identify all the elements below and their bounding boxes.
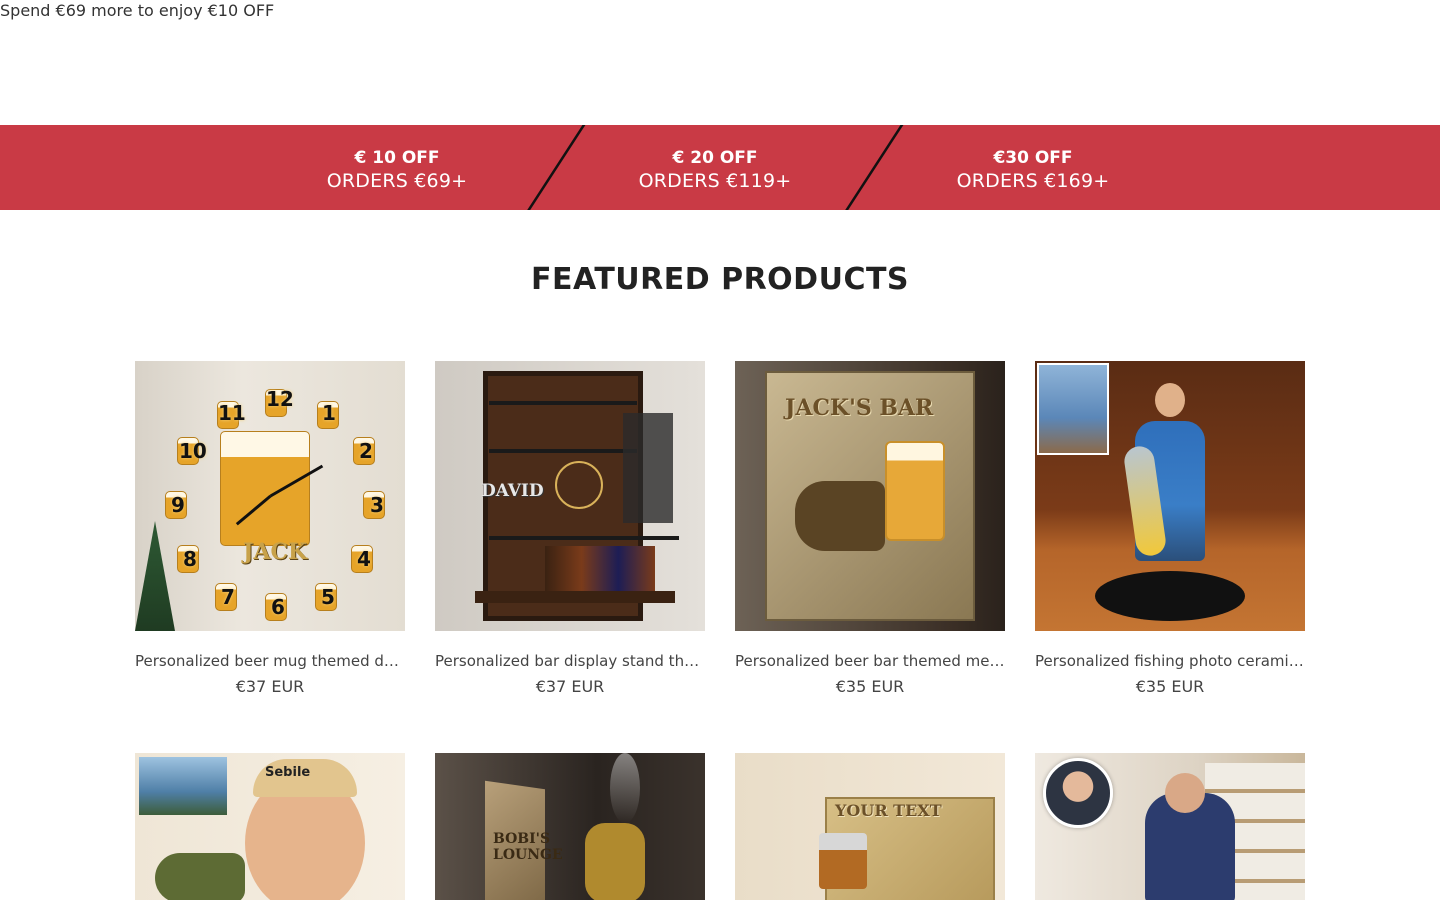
- promo-amount: € 10 OFF: [354, 148, 440, 168]
- promo-orders: ORDERS €169+: [956, 170, 1110, 192]
- promo-banner: € 10 OFF ORDERS €69+ € 20 OFF ORDERS €11…: [0, 125, 1440, 210]
- clock-number: 7: [221, 585, 235, 609]
- promo-orders: ORDERS €119+: [638, 170, 792, 192]
- promo-orders: ORDERS €69+: [326, 170, 468, 192]
- product-price: €35 EUR: [835, 677, 905, 696]
- promo-divider: [520, 125, 588, 210]
- product-card[interactable]: YOUR TEXT: [735, 753, 1005, 900]
- product-image[interactable]: JACK'S BAR: [735, 361, 1005, 631]
- promo-divider: [838, 125, 906, 210]
- clock-number: 2: [359, 439, 373, 463]
- product-card[interactable]: Personalized fishing photo ceramic figur…: [1035, 361, 1305, 696]
- product-price: €35 EUR: [1135, 677, 1205, 696]
- engraved-name: DAVID: [481, 481, 544, 501]
- promo-amount: €30 OFF: [993, 148, 1073, 168]
- product-price: €37 EUR: [235, 677, 305, 696]
- engraved-name: BOBI'S LOUNGE: [493, 831, 563, 863]
- product-price: €37 EUR: [535, 677, 605, 696]
- clock-number: 6: [271, 595, 285, 619]
- product-image[interactable]: [1035, 753, 1305, 900]
- clock-number: 9: [171, 493, 185, 517]
- product-image[interactable]: Sebile: [135, 753, 405, 900]
- product-title[interactable]: Personalized beer bar themed metal sign: [735, 652, 1005, 670]
- clock-number: 5: [321, 585, 335, 609]
- product-image[interactable]: 12 1 2 3 4 5 6 7 8 9 10 11 JACK: [135, 361, 405, 631]
- customer-photo-thumbnail: [139, 757, 227, 815]
- clock-number: 4: [357, 547, 371, 571]
- promo-tier-3: €30 OFF ORDERS €169+: [903, 147, 1163, 193]
- product-title[interactable]: Personalized beer mug themed decorative …: [135, 652, 405, 670]
- featured-products-heading: FEATURED PRODUCTS: [530, 262, 910, 297]
- promo-tier-2: € 20 OFF ORDERS €119+: [585, 147, 845, 193]
- promo-amount: € 20 OFF: [672, 148, 758, 168]
- clock-number: 11: [218, 401, 246, 425]
- clock-number: 10: [179, 439, 207, 463]
- customer-photo-thumbnail: [1037, 363, 1109, 455]
- product-card[interactable]: JACK'S BAR Personalized beer bar themed …: [735, 361, 1005, 696]
- announcement-text: Spend €69 more to enjoy €10 OFF: [0, 1, 275, 20]
- clock-number: 3: [370, 493, 384, 517]
- engraved-name: JACK'S BAR: [785, 395, 934, 421]
- product-card[interactable]: [1035, 753, 1305, 900]
- cap-text: Sebile: [265, 765, 311, 780]
- product-card[interactable]: DAVID Personalized bar display stand the…: [435, 361, 705, 696]
- product-image[interactable]: DAVID: [435, 361, 705, 631]
- product-image[interactable]: YOUR TEXT: [735, 753, 1005, 900]
- product-card[interactable]: BOBI'S LOUNGE: [435, 753, 705, 900]
- clock-number: 12: [266, 387, 294, 411]
- promo-tier-1: € 10 OFF ORDERS €69+: [267, 147, 527, 193]
- customer-photo-thumbnail: [1043, 758, 1113, 828]
- product-title[interactable]: Personalized bar display stand themed wa…: [435, 652, 705, 670]
- product-image[interactable]: BOBI'S LOUNGE: [435, 753, 705, 900]
- product-card[interactable]: 12 1 2 3 4 5 6 7 8 9 10 11 JACK Personal…: [135, 361, 405, 696]
- engraved-name: JACK: [243, 539, 308, 565]
- engraved-name: YOUR TEXT: [835, 801, 942, 820]
- product-title[interactable]: Personalized fishing photo ceramic figur…: [1035, 652, 1305, 670]
- clock-number: 8: [183, 547, 197, 571]
- announcement-bar: Spend €69 more to enjoy €10 OFF: [0, 0, 274, 22]
- product-card[interactable]: Sebile: [135, 753, 405, 900]
- product-image[interactable]: [1035, 361, 1305, 631]
- clock-number: 1: [322, 401, 336, 425]
